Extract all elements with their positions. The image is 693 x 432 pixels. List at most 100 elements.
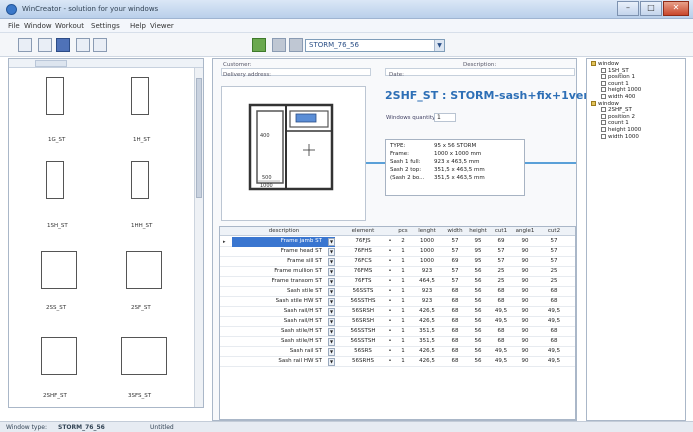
pcs-spinner-icon[interactable]: •: [386, 258, 394, 264]
library-scrollbar[interactable]: [194, 68, 203, 407]
pcs-spinner-icon[interactable]: •: [386, 298, 394, 304]
description-dropdown-icon[interactable]: ▼: [328, 328, 335, 336]
tree-node-property[interactable]: count 1: [601, 80, 629, 87]
description-dropdown-icon[interactable]: ▼: [328, 278, 335, 286]
print-preview-icon[interactable]: [289, 38, 303, 52]
table-cell[interactable]: Sash stile/H ST: [234, 328, 322, 334]
minimize-button[interactable]: –: [617, 1, 639, 16]
description-dropdown-icon[interactable]: ▼: [328, 318, 335, 326]
open-folder-icon[interactable]: [38, 38, 52, 52]
pcs-spinner-icon[interactable]: •: [386, 338, 394, 344]
pcs-spinner-icon[interactable]: •: [386, 358, 394, 364]
move-up-icon[interactable]: [252, 38, 266, 52]
library-tab[interactable]: [35, 60, 67, 67]
column-header[interactable]: lenght: [412, 228, 442, 234]
pcs-spinner-icon[interactable]: •: [386, 328, 394, 334]
tree-node-property[interactable]: height 1000: [601, 87, 641, 93]
pcs-spinner-icon[interactable]: •: [386, 318, 394, 324]
description-dropdown-icon[interactable]: ▼: [328, 348, 335, 356]
column-header[interactable]: cut2: [540, 228, 568, 234]
table-cell[interactable]: Frame sill ST: [234, 258, 322, 264]
maximize-button[interactable]: □: [640, 1, 662, 16]
menu-file[interactable]: File: [8, 22, 20, 30]
settings-icon[interactable]: [93, 38, 107, 52]
table-cell[interactable]: Sash rail HW ST: [234, 358, 322, 364]
pcs-spinner-icon[interactable]: •: [386, 278, 394, 284]
table-cell[interactable]: Sash rail ST: [234, 348, 322, 354]
table-cell: 426,5: [419, 308, 435, 314]
menu-help[interactable]: Help: [130, 22, 146, 30]
tree-node-property[interactable]: position 1: [601, 74, 635, 80]
chevron-down-icon[interactable]: ▼: [434, 40, 444, 51]
column-header[interactable]: height: [467, 228, 489, 234]
pcs-spinner-icon[interactable]: •: [386, 238, 394, 244]
table-row[interactable]: Sash rail/H ST 56SRSH 1 426,5 68 56 49,5 90 49,5…: [220, 307, 575, 317]
table-cell: 90: [521, 288, 529, 294]
menu-window[interactable]: Window: [24, 22, 52, 30]
pcs-spinner-icon[interactable]: •: [386, 248, 394, 254]
column-header[interactable]: description: [234, 228, 334, 234]
tree-node-property[interactable]: width 400: [601, 94, 635, 100]
tree-node-property[interactable]: position 2: [601, 113, 635, 120]
table-row[interactable]: Sash stile/H ST 56SSTSH 1 351,5 68 56 68 90 68 ▼ •: [220, 337, 575, 347]
menu-settings[interactable]: Settings: [91, 22, 120, 30]
table-row[interactable]: Frame sill ST 76FCS 1 1000 69 95 57 90 57 ▼ •: [220, 257, 575, 267]
description-dropdown-icon[interactable]: ▼: [328, 268, 335, 276]
column-header[interactable]: element: [342, 228, 384, 234]
table-cell: 1: [401, 268, 405, 274]
tree-node-property[interactable]: height 1000: [601, 127, 641, 133]
print-icon[interactable]: [272, 38, 286, 52]
tree-node-window[interactable]: window: [591, 100, 619, 107]
table-row[interactable]: Sash rail/H ST 56SRSH 1 426,5 68 56 49,5 90 49,5…: [220, 317, 575, 327]
table-cell[interactable]: Sash stile ST: [234, 288, 322, 294]
tree-node-property[interactable]: count 1: [601, 120, 629, 126]
close-button[interactable]: ✕: [663, 1, 689, 16]
tree-node-window[interactable]: window: [591, 61, 619, 67]
description-dropdown-icon[interactable]: ▼: [328, 238, 335, 246]
pcs-spinner-icon[interactable]: •: [386, 288, 394, 294]
table-row[interactable]: ▸ Frame jamb ST 76FJS 2 1000 57 95 69 90 57 ▼ •: [220, 237, 575, 247]
new-file-icon[interactable]: [18, 38, 32, 52]
export-icon[interactable]: [76, 38, 90, 52]
description-dropdown-icon[interactable]: ▼: [328, 298, 335, 306]
description-field[interactable]: [385, 68, 575, 76]
column-header[interactable]: width: [444, 228, 466, 234]
table-row[interactable]: Frame head ST 76FHS 1 1000 57 95 57 90 57 ▼ •: [220, 247, 575, 257]
column-header[interactable]: angle1: [512, 228, 538, 234]
description-dropdown-icon[interactable]: ▼: [328, 308, 335, 316]
save-icon[interactable]: [56, 38, 70, 52]
table-row[interactable]: Sash stile HW ST 56SSTHS 1 923 68 56 68 90 68 ▼ •: [220, 297, 575, 307]
tree-node-property[interactable]: 1SH_ST: [601, 67, 629, 74]
tree-node-property[interactable]: width 1000: [601, 133, 639, 140]
table-cell[interactable]: Frame head ST: [234, 248, 322, 254]
table-cell[interactable]: Frame jamb ST: [234, 238, 322, 244]
description-dropdown-icon[interactable]: ▼: [328, 258, 335, 266]
table-cell[interactable]: Sash rail/H ST: [234, 308, 322, 314]
pcs-spinner-icon[interactable]: •: [386, 308, 394, 314]
description-dropdown-icon[interactable]: ▼: [328, 338, 335, 346]
quantity-input[interactable]: 1: [434, 113, 456, 122]
table-row[interactable]: Sash stile/H ST 56SSTSH 1 351,5 68 56 68 90 68 ▼ •: [220, 327, 575, 337]
table-row[interactable]: Sash rail ST 56SRS 1 426,5 68 56 49,5 90 49,5 ▼ •: [220, 347, 575, 357]
pcs-spinner-icon[interactable]: •: [386, 348, 394, 354]
table-row[interactable]: Frame transom ST 76FTS 1 464,5 57 56 25 90 25 ▼ •: [220, 277, 575, 287]
table-cell[interactable]: Sash stile HW ST: [234, 298, 322, 304]
scrollbar-thumb[interactable]: [196, 78, 202, 198]
menu-viewer[interactable]: Viewer: [150, 22, 174, 30]
description-dropdown-icon[interactable]: ▼: [328, 248, 335, 256]
table-row[interactable]: Frame mullion ST 76FMS 1 923 57 56 25 90 25 ▼ •: [220, 267, 575, 277]
tree-node-property[interactable]: 2SHF_ST: [601, 107, 632, 113]
table-cell[interactable]: Frame mullion ST: [234, 268, 322, 274]
column-header[interactable]: cut1: [490, 228, 512, 234]
table-cell[interactable]: Sash rail/H ST: [234, 318, 322, 324]
table-row[interactable]: Sash rail HW ST 56SRHS 1 426,5 68 56 49,5 90 49,…: [220, 357, 575, 367]
menu-workout[interactable]: Workout: [55, 22, 84, 30]
window-type-select[interactable]: STORM_76_56 ▼: [305, 39, 445, 52]
description-dropdown-icon[interactable]: ▼: [328, 358, 335, 366]
description-dropdown-icon[interactable]: ▼: [328, 288, 335, 296]
column-header[interactable]: pcs: [396, 228, 410, 234]
pcs-spinner-icon[interactable]: •: [386, 268, 394, 274]
table-row[interactable]: Sash stile ST 56SSTS 1 923 68 56 68 90 68 ▼ •: [220, 287, 575, 297]
table-cell[interactable]: Frame transom ST: [234, 278, 322, 284]
table-cell[interactable]: Sash stile/H ST: [234, 338, 322, 344]
